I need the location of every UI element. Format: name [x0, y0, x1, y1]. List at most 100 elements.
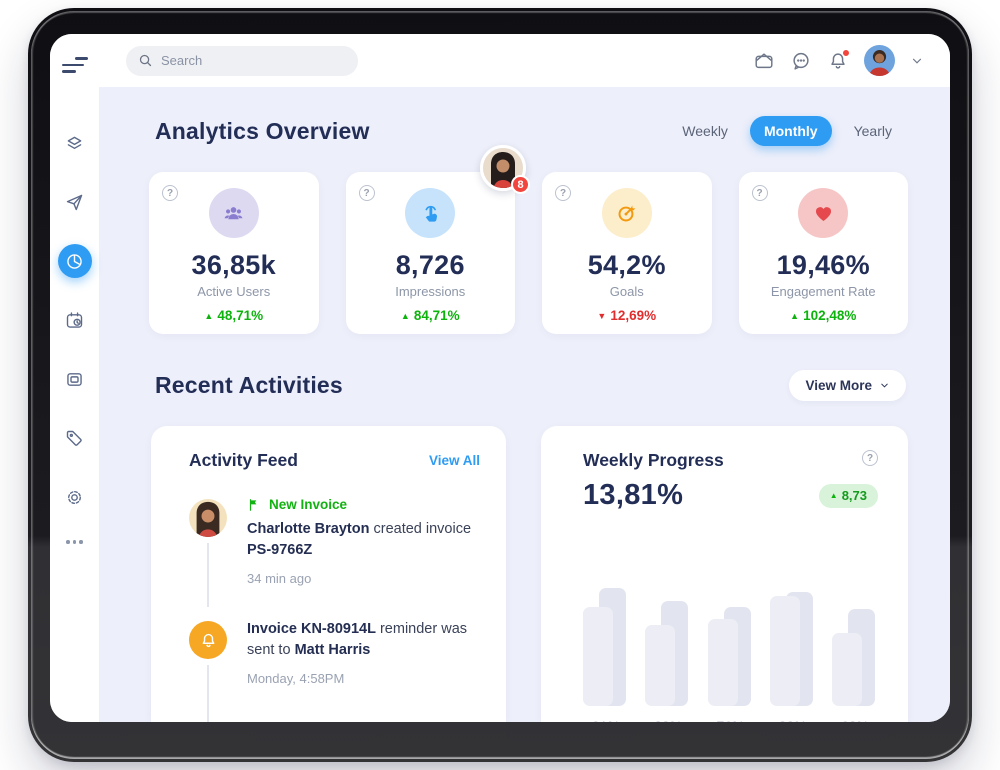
sidebar-item-layers[interactable]: [58, 126, 92, 160]
topbar: [99, 34, 950, 87]
search-input[interactable]: [161, 53, 331, 68]
feed-item-reminder[interactable]: Invoice KN-80914L reminder was sent to M…: [189, 619, 480, 715]
messages-button[interactable]: [790, 50, 812, 72]
sidebar-item-settings[interactable]: [58, 480, 92, 514]
bar-group: 83%: [645, 576, 691, 722]
app-screen: Analytics Overview Weekly Monthly Yearly…: [50, 34, 950, 722]
bar-group: 76%: [708, 576, 754, 722]
sidebar-item-analytics[interactable]: [58, 244, 92, 278]
stat-label: Engagement Rate: [771, 284, 876, 299]
stat-card-engagement: ? 19,46% Engagement Rate ▲102,48%: [739, 172, 909, 334]
timeline-connector: [207, 543, 209, 607]
send-icon: [64, 192, 85, 213]
stat-label: Impressions: [395, 284, 465, 299]
calendar-icon: [64, 310, 85, 331]
feed-text: Invoice KN-80914L reminder was sent to M…: [247, 619, 480, 661]
tap-icon: [405, 188, 455, 238]
bar-group: 91%: [583, 576, 629, 722]
pie-chart-icon: [64, 251, 85, 272]
bottom-panels: Activity Feed View All New Invoice Charl…: [151, 426, 908, 722]
help-icon[interactable]: ?: [862, 450, 878, 466]
trend-up-icon: ▲: [401, 311, 410, 321]
recent-activities-header: Recent Activities View More: [155, 370, 906, 401]
bar-group: 88%: [770, 576, 816, 722]
stat-delta: ▲84,71%: [401, 308, 460, 323]
help-icon[interactable]: ?: [555, 185, 571, 201]
reminder-bell-badge: [189, 621, 227, 659]
sidebar-item-schedule[interactable]: [58, 303, 92, 337]
feed-timestamp: Monday, 4:58PM: [247, 671, 480, 686]
bell-icon: [199, 631, 218, 650]
stat-card-goals: ? 54,2% Goals ▼12,69%: [542, 172, 712, 334]
stat-label: Goals: [610, 284, 644, 299]
target-icon: [602, 188, 652, 238]
weekly-progress-card: Weekly Progress ? 13,81% ▲ 8,73 91% 83% …: [541, 426, 908, 722]
stat-delta: ▲48,71%: [204, 308, 263, 323]
chevron-down-icon: [910, 54, 924, 68]
stat-value: 19,46%: [777, 250, 870, 281]
search-bar: [126, 46, 358, 76]
progress-value: 13,81%: [583, 479, 683, 512]
trend-up-icon: ▲: [790, 311, 799, 321]
layers-icon: [64, 133, 85, 154]
stat-cards: ? 36,85k Active Users ▲48,71% ? 8,726: [149, 172, 908, 334]
page-title: Analytics Overview: [155, 118, 370, 145]
avatar: [189, 499, 227, 537]
sidebar-item-tags[interactable]: [58, 421, 92, 455]
card-title: Activity Feed: [189, 450, 298, 471]
tab-monthly[interactable]: Monthly: [750, 116, 832, 146]
trend-down-icon: ▼: [597, 311, 606, 321]
sidebar-more-icon[interactable]: [66, 540, 83, 544]
notification-dot: [842, 49, 850, 57]
feed-text: Charlotte Brayton created invoice PS-976…: [247, 519, 480, 561]
notification-avatar[interactable]: 8: [480, 145, 526, 191]
activity-feed-card: Activity Feed View All New Invoice Charl…: [151, 426, 506, 722]
help-icon[interactable]: ?: [359, 185, 375, 201]
help-icon[interactable]: ?: [162, 185, 178, 201]
stat-delta: ▲102,48%: [790, 308, 856, 323]
heart-icon: [798, 188, 848, 238]
settings-icon: [64, 487, 85, 508]
notification-count-badge: 8: [511, 175, 530, 194]
account-menu-chevron[interactable]: [910, 54, 924, 68]
progress-delta-badge: ▲ 8,73: [819, 484, 878, 508]
flag-icon: [247, 498, 261, 512]
section-title: Recent Activities: [155, 372, 343, 399]
sidebar-nav: [58, 126, 92, 514]
help-icon[interactable]: ?: [752, 185, 768, 201]
trend-up-icon: ▲: [204, 311, 213, 321]
mail-button[interactable]: [753, 50, 775, 72]
stat-card-active-users: ? 36,85k Active Users ▲48,71%: [149, 172, 319, 334]
stat-delta: ▼12,69%: [597, 308, 656, 323]
stat-value: 36,85k: [192, 250, 276, 281]
menu-icon[interactable]: [62, 52, 88, 78]
tab-yearly[interactable]: Yearly: [840, 116, 906, 146]
notifications-button[interactable]: [827, 50, 849, 72]
chevron-down-icon: [879, 380, 890, 391]
sidebar-item-send[interactable]: [58, 185, 92, 219]
frame-icon: [64, 369, 85, 390]
feed-item-new-invoice[interactable]: New Invoice Charlotte Brayton created in…: [189, 497, 480, 593]
period-tabs: Weekly Monthly Yearly: [668, 116, 906, 146]
sidebar-item-frames[interactable]: [58, 362, 92, 396]
analytics-header: Analytics Overview Weekly Monthly Yearly: [155, 116, 906, 146]
feed-timestamp: 34 min ago: [247, 571, 480, 586]
sidebar: [50, 34, 99, 722]
stat-value: 54,2%: [588, 250, 666, 281]
timeline-connector: [207, 665, 209, 722]
main-content: Analytics Overview Weekly Monthly Yearly…: [99, 87, 950, 722]
card-title: Weekly Progress: [583, 450, 724, 471]
search-icon: [138, 53, 153, 68]
stat-card-impressions: ? 8,726 Impressions ▲84,71%: [346, 172, 516, 334]
stat-label: Active Users: [197, 284, 270, 299]
feed-tag: New Invoice: [247, 497, 480, 512]
bar-group: 62%: [832, 576, 878, 722]
stat-value: 8,726: [396, 250, 465, 281]
tag-icon: [64, 428, 85, 449]
view-all-link[interactable]: View All: [429, 453, 480, 468]
tablet-frame: Analytics Overview Weekly Monthly Yearly…: [28, 8, 972, 762]
user-avatar[interactable]: [864, 45, 895, 76]
chat-icon: [790, 50, 812, 72]
view-more-button[interactable]: View More: [789, 370, 906, 401]
tab-weekly[interactable]: Weekly: [668, 116, 742, 146]
